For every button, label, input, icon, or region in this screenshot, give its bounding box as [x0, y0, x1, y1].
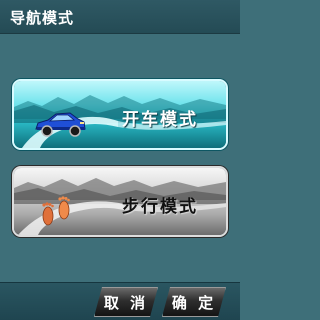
footprints-icon [42, 196, 70, 226]
walk-mode-label: 步行模式 [122, 197, 198, 217]
softkey-bar: 取 消 确 定 [0, 282, 240, 320]
confirm-button[interactable]: 确 定 [162, 287, 226, 317]
drive-mode-button[interactable]: 开车模式 [12, 79, 228, 150]
drive-mode-label: 开车模式 [122, 110, 198, 130]
cancel-button[interactable]: 取 消 [94, 287, 158, 317]
car-icon [35, 112, 86, 137]
title-bar: 导航模式 [0, 0, 240, 34]
page-title: 导航模式 [10, 9, 75, 27]
walk-mode-button[interactable]: 步行模式 [12, 166, 228, 237]
